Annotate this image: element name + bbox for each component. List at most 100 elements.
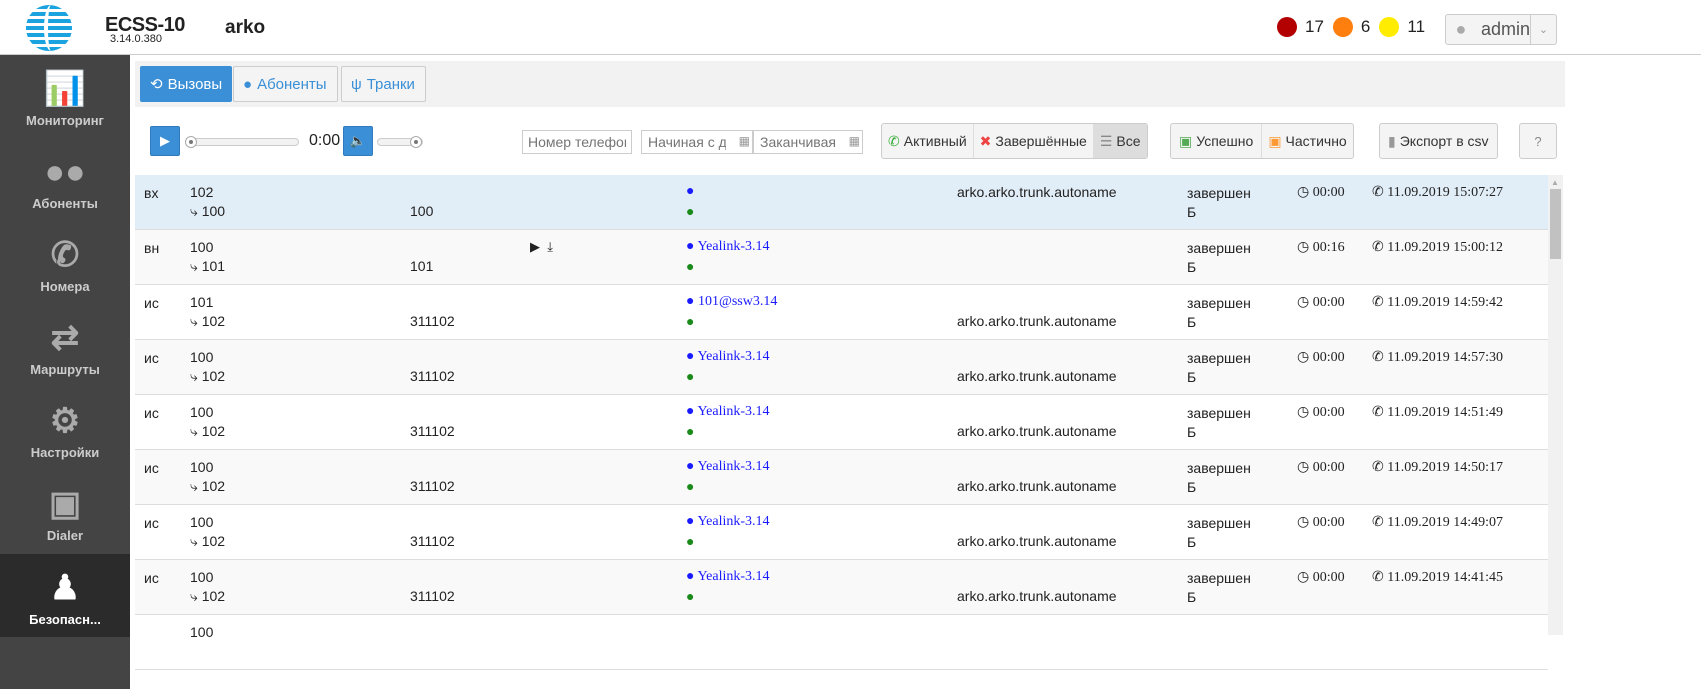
caller-device: ●	[686, 184, 694, 200]
export-csv-button[interactable]: ▮ Экспорт в csv	[1379, 123, 1498, 159]
duration-value: 00:00	[1312, 515, 1345, 530]
caller-device-name[interactable]: Yealink-3.14	[697, 404, 769, 419]
filter-all-button[interactable]: ☰ Все	[1093, 124, 1147, 158]
time-value: 11.09.2019 14:49:07	[1387, 515, 1503, 530]
caller-number: 100	[190, 404, 214, 420]
dialed-number: 311102	[410, 368, 455, 384]
call-time: ✆ 11.09.2019 15:07:27	[1372, 184, 1503, 201]
call-state: завершен Б	[1187, 184, 1251, 222]
caller-device: ● Yealink-3.14	[686, 404, 770, 420]
caller-device-name[interactable]: Yealink-3.14	[697, 349, 769, 364]
end-date-input[interactable]	[754, 131, 842, 153]
share-arrow-icon: ⤷	[190, 423, 198, 439]
seek-handle[interactable]	[185, 136, 197, 148]
call-direction: ис	[144, 515, 159, 531]
table-row[interactable]: ис 100 ⤷ 102 311102 ● Yealink-3.14 ● arko…	[135, 450, 1548, 505]
filter-finished-button[interactable]: ✖ Завершённые	[974, 124, 1094, 158]
call-state-code: Б	[1187, 204, 1197, 220]
user-icon: ●	[686, 258, 695, 274]
dialed-number: 311102	[410, 423, 455, 439]
caller-number: 100	[190, 514, 214, 530]
table-row[interactable]: ис 100 ⤷ 102 311102 ● Yealink-3.14 ● arko…	[135, 340, 1548, 395]
sidebar-item-3[interactable]: ⇄ Маршруты	[0, 304, 130, 387]
start-date-input[interactable]	[642, 131, 732, 153]
table-row[interactable]: 100	[135, 615, 1548, 670]
caller-device-name[interactable]: Yealink-3.14	[697, 459, 769, 474]
duration-value: 00:00	[1312, 460, 1345, 475]
scroll-up-arrow[interactable]: ▲	[1551, 178, 1559, 187]
share-arrow-icon: ⤷	[190, 478, 198, 494]
sidebar-item-2[interactable]: ✆ Номера	[0, 221, 130, 304]
times-circle-icon: ✖	[979, 132, 992, 149]
callee-number: 102	[201, 313, 226, 329]
download-icon[interactable]: ⤓	[547, 239, 553, 254]
play-record-icon[interactable]: ▶	[530, 239, 540, 254]
phone-icon: ✆	[888, 132, 900, 149]
duration-value: 00:00	[1312, 185, 1345, 200]
table-row[interactable]: вн 100 ⤷ 101 101 ● Yealink-3.14 ● заверше…	[135, 230, 1548, 285]
call-state-text: завершен	[1187, 570, 1251, 586]
tab-calls[interactable]: ⟲ Вызовы	[140, 66, 232, 102]
minor-alarm-icon[interactable]	[1379, 17, 1400, 37]
call-time: ✆ 11.09.2019 14:59:42	[1372, 294, 1503, 311]
filter-partial-button[interactable]: ▣ Частично	[1262, 124, 1352, 158]
fax-icon: ▣	[48, 485, 82, 523]
call-direction: ис	[144, 460, 159, 476]
sidebar-item-label: Безопасн...	[29, 612, 101, 627]
critical-alarm-icon[interactable]	[1277, 17, 1297, 37]
export-csv-label: ▮ Экспорт в csv	[1380, 124, 1497, 158]
caller-device: ● 101@ssw3.14	[686, 294, 777, 310]
sidebar-item-1[interactable]: ●● Абоненты	[0, 138, 130, 221]
tab-trunks[interactable]: ψ Транки	[341, 66, 426, 102]
call-state: завершен Б	[1187, 514, 1251, 552]
seek-slider[interactable]	[185, 136, 299, 148]
table-row[interactable]: ис 101 ⤷ 102 311102 ● 101@ssw3.14 ● arko.…	[135, 285, 1548, 340]
phone-icon: ✆	[1372, 350, 1384, 365]
play-button[interactable]: ▶	[150, 126, 180, 156]
user-menu-button[interactable]: ● admin ⌄	[1445, 14, 1557, 45]
sidebar-item-0[interactable]: 📊 Мониторинг	[0, 55, 130, 138]
caller-device-name[interactable]: Yealink-3.14	[697, 514, 769, 529]
call-duration: ◷ 00:00	[1297, 404, 1345, 421]
call-state: завершен Б	[1187, 569, 1251, 607]
volume-slider[interactable]	[377, 136, 423, 148]
filter-success-button[interactable]: ▣ Успешно	[1171, 124, 1263, 158]
button-label: Экспорт в csv	[1399, 133, 1489, 149]
sidebar-item-6[interactable]: ♟ Безопасн...	[0, 554, 130, 637]
minor-alarm-count[interactable]: 11	[1407, 17, 1425, 37]
calendar-icon[interactable]: ▦	[739, 134, 750, 148]
button-label: Завершённые	[995, 133, 1087, 149]
table-row[interactable]: ис 100 ⤷ 102 311102 ● Yealink-3.14 ● arko…	[135, 560, 1548, 615]
table-row[interactable]: вх 102 ⤷ 100 100 ● ● arko.arko.trunk.auto…	[135, 175, 1548, 230]
critical-alarm-count[interactable]: 17	[1305, 17, 1324, 37]
help-button[interactable]: ?	[1519, 123, 1557, 159]
alarm-counters[interactable]: 17 6 11	[1277, 17, 1434, 37]
scrollbar-thumb[interactable]	[1550, 189, 1561, 259]
caller-device: ● Yealink-3.14	[686, 349, 770, 365]
scrollbar[interactable]: ▲	[1548, 175, 1563, 635]
volume-handle[interactable]	[410, 136, 422, 148]
start-date-field[interactable]: ▦	[641, 130, 753, 154]
chevron-down-icon[interactable]: ⌄	[1530, 15, 1556, 44]
caller-device-name[interactable]: 101@ssw3.14	[698, 294, 777, 309]
end-date-field[interactable]: ▦	[753, 130, 863, 154]
share-arrow-icon: ⤷	[190, 588, 198, 604]
callee: ⤷ 101	[190, 258, 225, 275]
table-row[interactable]: ис 100 ⤷ 102 311102 ● Yealink-3.14 ● arko…	[135, 395, 1548, 450]
table-row[interactable]: ис 100 ⤷ 102 311102 ● Yealink-3.14 ● arko…	[135, 505, 1548, 560]
phone-number-input[interactable]	[522, 130, 632, 154]
major-alarm-count[interactable]: 6	[1361, 17, 1370, 37]
time-value: 11.09.2019 15:07:27	[1387, 185, 1503, 200]
filter-active-button[interactable]: ✆ Активный	[882, 124, 974, 158]
volume-button[interactable]: 🔈	[343, 126, 373, 156]
sidebar-item-4[interactable]: ⚙ Настройки	[0, 387, 130, 470]
major-alarm-icon[interactable]	[1332, 17, 1353, 37]
caller-device-name[interactable]: Yealink-3.14	[697, 239, 769, 254]
time-value: 11.09.2019 14:41:45	[1387, 570, 1503, 585]
caller-device-name[interactable]: Yealink-3.14	[697, 569, 769, 584]
calendar-icon[interactable]: ▦	[849, 134, 860, 148]
callee-number: 100	[201, 203, 226, 219]
tab-subscribers[interactable]: ● Абоненты	[233, 66, 338, 102]
sidebar-item-5[interactable]: ▣ Dialer	[0, 470, 130, 553]
caller-number: 100	[190, 349, 214, 365]
